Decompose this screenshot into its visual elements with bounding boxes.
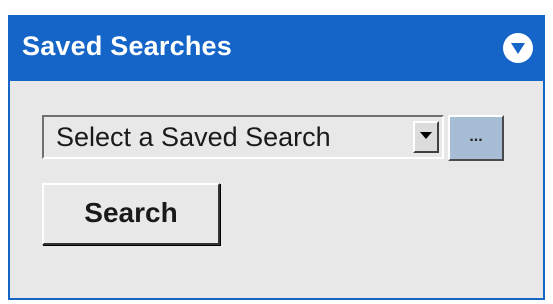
dropdown-arrow-button[interactable] xyxy=(413,121,439,153)
saved-search-select-value: Select a Saved Search xyxy=(56,122,331,152)
saved-search-select[interactable]: Select a Saved Search xyxy=(42,115,444,159)
saved-searches-panel: Saved Searches Select a Saved Search ...… xyxy=(8,15,545,300)
triangle-down-icon xyxy=(420,132,432,139)
panel-header: Saved Searches xyxy=(10,17,543,81)
panel-title: Saved Searches xyxy=(22,31,232,61)
search-button[interactable]: Search xyxy=(42,183,220,245)
chevron-down-circle-icon[interactable] xyxy=(503,33,533,63)
browse-saved-searches-button[interactable]: ... xyxy=(448,115,504,161)
